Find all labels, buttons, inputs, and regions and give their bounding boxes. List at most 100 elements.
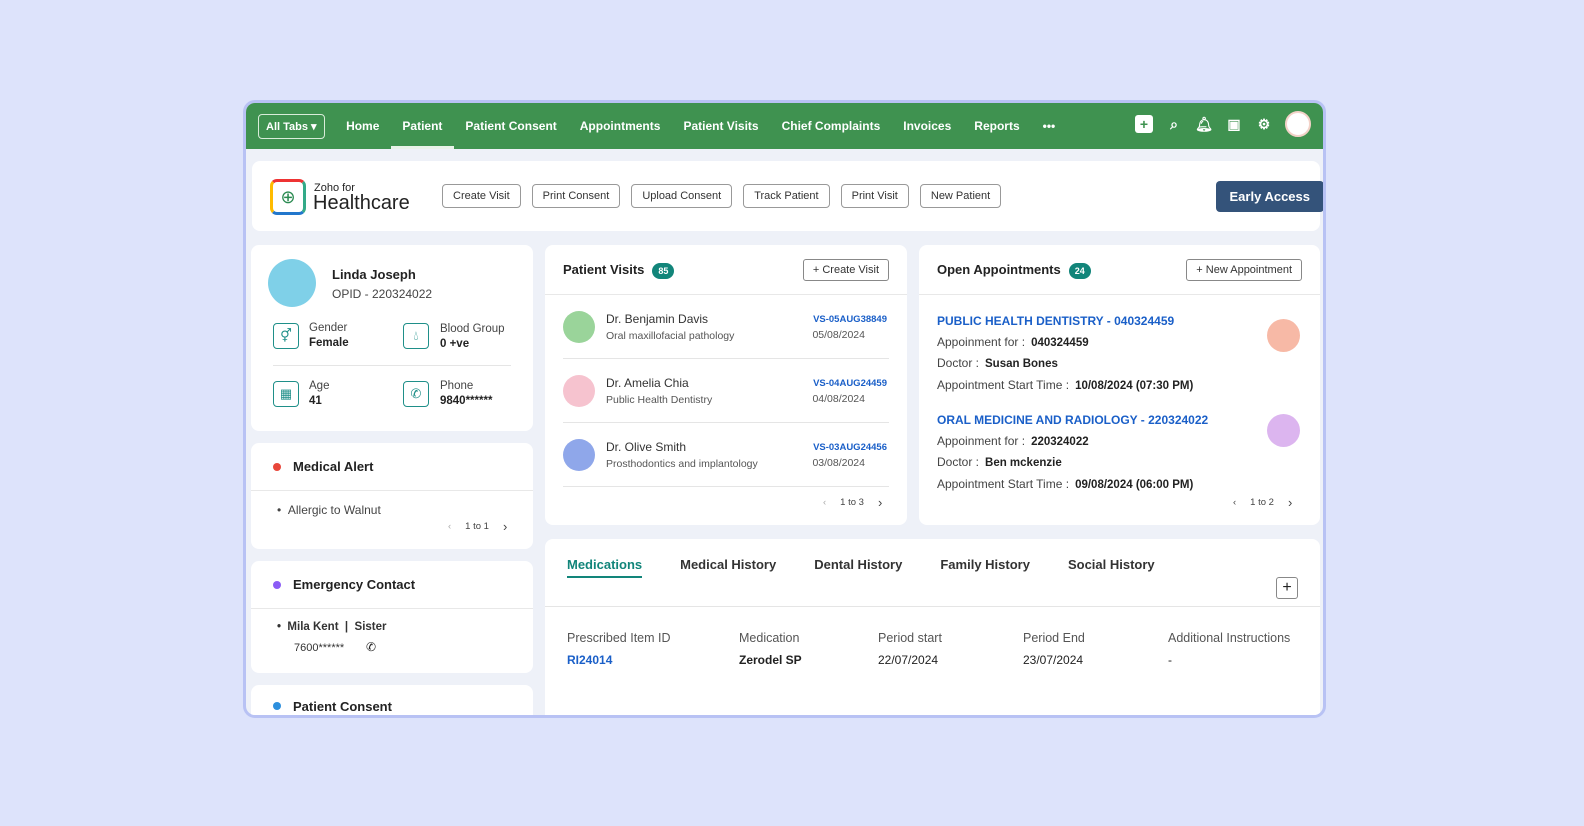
- gender-icon: ⚥: [273, 323, 299, 349]
- visits-count-badge: 85: [652, 263, 675, 279]
- bell-icon[interactable]: 🔔︎: [1195, 115, 1213, 133]
- emergency-contact-card: Emergency Contact • Mila Kent | Sister 7…: [251, 561, 533, 673]
- brand-large: Healthcare: [313, 192, 410, 214]
- period-end-cell: 23/07/2024: [1023, 653, 1084, 667]
- patient-consent-card: Patient Consent: [251, 685, 533, 715]
- prev-icon[interactable]: ‹: [823, 497, 826, 508]
- tab-medical-history[interactable]: Medical History: [680, 557, 776, 606]
- all-tabs-dropdown[interactable]: All Tabs ▾: [258, 113, 325, 139]
- open-appointments-card: Open Appointments 24 + New Appointment PU…: [919, 245, 1320, 525]
- nav-reports[interactable]: Reports: [963, 103, 1031, 149]
- print-consent-button[interactable]: Print Consent: [531, 184, 621, 208]
- visit-item[interactable]: Dr. Benjamin Davis Oral maxillofacial pat…: [563, 295, 889, 359]
- medication-cell: Zerodel SP: [739, 653, 802, 667]
- doctor-name: Dr. Benjamin Davis: [606, 312, 709, 326]
- blood-drop-icon: 💧︎: [403, 323, 429, 349]
- doctor-name: Dr. Amelia Chia: [606, 376, 689, 390]
- create-visit-button[interactable]: Create Visit: [442, 184, 521, 208]
- patient-avatar: [268, 259, 316, 307]
- gender-value: Female: [309, 337, 349, 349]
- gear-icon[interactable]: ⚙: [1255, 115, 1273, 133]
- appointments-count-badge: 24: [1068, 263, 1091, 279]
- new-patient-button[interactable]: New Patient: [919, 184, 1002, 208]
- visit-date: 05/08/2024: [812, 329, 865, 341]
- tab-dental-history[interactable]: Dental History: [814, 557, 902, 606]
- app-window: All Tabs ▾ Home Patient Patient Consent …: [243, 100, 1326, 718]
- for-value: 220324022: [1031, 435, 1089, 448]
- appointments-pager: 1 to 2: [1250, 497, 1274, 508]
- early-access-button[interactable]: Early Access: [1215, 181, 1323, 212]
- upload-consent-button[interactable]: Upload Consent: [631, 184, 733, 208]
- blood-group-value: 0 +ve: [440, 338, 470, 350]
- calendar-icon: ▦: [273, 381, 299, 407]
- specialty: Prosthodontics and implantology: [606, 458, 758, 470]
- medical-alert-card: Medical Alert • Allergic to Walnut ‹ 1 to…: [251, 443, 533, 549]
- prescribed-item-link[interactable]: RI24014: [567, 653, 612, 667]
- appointment-title-link[interactable]: PUBLIC HEALTH DENTISTRY - 040324459: [937, 311, 1193, 332]
- patient-visits-card: Patient Visits 85 + Create Visit Dr. Benj…: [545, 245, 907, 525]
- track-patient-button[interactable]: Track Patient: [743, 184, 830, 208]
- column-header: Prescribed Item ID: [567, 631, 671, 645]
- print-visit-button[interactable]: Print Visit: [840, 184, 909, 208]
- tab-medications[interactable]: Medications: [567, 557, 643, 578]
- logo-icon: ⊕: [270, 179, 306, 215]
- nav-chief-complaints[interactable]: Chief Complaints: [770, 103, 892, 149]
- next-icon[interactable]: ›: [878, 495, 882, 510]
- call-icon[interactable]: ✆: [366, 640, 376, 654]
- medical-alert-title: Medical Alert: [293, 459, 374, 474]
- doctor-value: Ben mckenzie: [985, 457, 1062, 469]
- new-appointment-button[interactable]: + New Appointment: [1186, 258, 1302, 281]
- for-value: 040324459: [1031, 336, 1089, 349]
- tab-social-history[interactable]: Social History: [1068, 557, 1155, 606]
- time-label: Appointment Start Time :: [937, 377, 1070, 392]
- nav-more[interactable]: •••: [1031, 103, 1067, 149]
- header-bar: ⊕ Zoho for Healthcare Create Visit Print…: [252, 161, 1323, 231]
- create-visit-label: Create Visit: [822, 263, 879, 276]
- contact-relation: Sister: [354, 621, 387, 633]
- visits-title: Patient Visits: [563, 262, 645, 277]
- phone-label: Phone: [440, 380, 474, 392]
- patient-opid: OPID - 220324022: [332, 287, 433, 301]
- period-start-cell: 22/07/2024: [878, 653, 939, 667]
- time-value: 09/08/2024 (06:00 PM): [1075, 478, 1194, 491]
- add-icon[interactable]: +: [1135, 115, 1153, 133]
- next-icon[interactable]: ›: [503, 519, 507, 534]
- patient-card: Linda Joseph OPID - 220324022 ⚥ Gender F…: [251, 245, 533, 431]
- create-visit-small-button[interactable]: + Create Visit: [802, 258, 889, 281]
- visit-item[interactable]: Dr. Amelia Chia Public Health Dentistry VS…: [563, 359, 889, 423]
- prev-icon[interactable]: ‹: [448, 521, 451, 532]
- appointment-item: ORAL MEDICINE AND RADIOLOGY - 220324022 …: [937, 410, 1208, 495]
- nav-patient-visits[interactable]: Patient Visits: [672, 103, 770, 149]
- nav-home[interactable]: Home: [335, 103, 391, 149]
- doctor-name: Dr. Olive Smith: [606, 440, 687, 454]
- visit-id-link[interactable]: VS-04AUG24459: [813, 378, 887, 389]
- contact-phone: 7600******: [294, 642, 345, 654]
- user-avatar[interactable]: [1285, 111, 1311, 137]
- appointment-title-link[interactable]: ORAL MEDICINE AND RADIOLOGY - 220324022: [937, 410, 1208, 431]
- nav-invoices[interactable]: Invoices: [892, 103, 963, 149]
- doctor-avatar: [1267, 414, 1300, 447]
- visit-id-link[interactable]: VS-05AUG38849: [813, 314, 887, 325]
- history-card: Medications Medical History Dental Histo…: [545, 539, 1320, 715]
- alert-item: • Allergic to Walnut: [277, 503, 381, 517]
- purple-dot-icon: [273, 580, 281, 589]
- age-value: 41: [309, 395, 322, 407]
- blue-dot-icon: [273, 702, 281, 710]
- add-icon[interactable]: +: [1276, 577, 1298, 599]
- visit-id-link[interactable]: VS-03AUG24456: [813, 442, 887, 453]
- prev-icon[interactable]: ‹: [1233, 497, 1236, 508]
- tab-family-history[interactable]: Family History: [940, 557, 1030, 606]
- nav-appointments[interactable]: Appointments: [568, 103, 672, 149]
- search-icon[interactable]: ⌕: [1165, 115, 1183, 133]
- phone-icon: ✆: [403, 381, 429, 407]
- emergency-title: Emergency Contact: [293, 577, 416, 592]
- visit-item[interactable]: Dr. Olive Smith Prosthodontics and implan…: [563, 423, 889, 487]
- doctor-avatar: [563, 375, 595, 407]
- calendar-icon[interactable]: ▣: [1225, 115, 1243, 133]
- nav-patient[interactable]: Patient: [390, 103, 454, 149]
- nav-patient-consent[interactable]: Patient Consent: [454, 103, 568, 149]
- patient-name: Linda Joseph: [332, 267, 416, 282]
- visit-date: 03/08/2024: [812, 457, 865, 469]
- next-icon[interactable]: ›: [1288, 495, 1292, 510]
- column-header: Additional Instructions: [1168, 631, 1291, 645]
